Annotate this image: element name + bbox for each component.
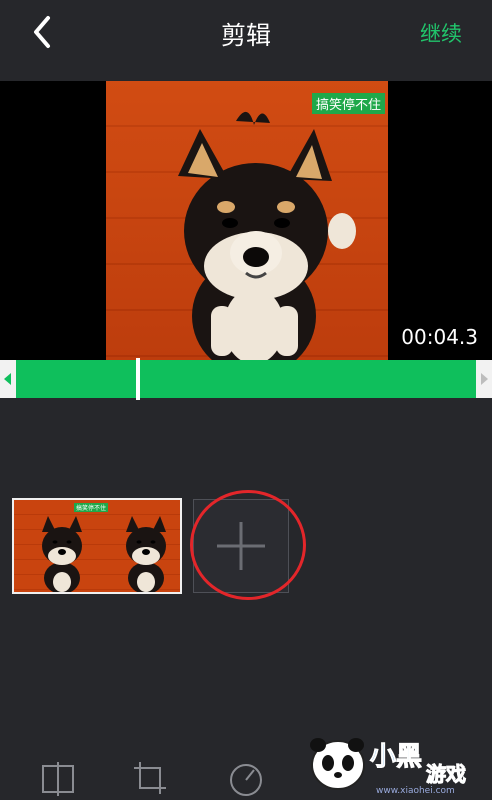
site-watermark-logo: 小黑 游戏 www.xiaohei.com bbox=[298, 725, 492, 796]
video-overlay-text: 搞笑停不住 bbox=[311, 93, 385, 114]
speed-button[interactable] bbox=[228, 760, 264, 796]
split-button[interactable] bbox=[40, 760, 76, 796]
crop-button[interactable] bbox=[132, 760, 168, 796]
timecode: 00:04.3 bbox=[401, 325, 478, 349]
right-triangle-icon bbox=[481, 373, 488, 385]
svg-text:www.xiaohei.com: www.xiaohei.com bbox=[376, 786, 455, 795]
plus-icon bbox=[217, 522, 265, 570]
add-clip-button[interactable] bbox=[193, 499, 289, 593]
trim-bar[interactable] bbox=[0, 360, 492, 398]
speed-icon bbox=[230, 764, 262, 796]
svg-text:游戏: 游戏 bbox=[426, 762, 466, 786]
panda-logo: 小黑 游戏 www.xiaohei.com bbox=[310, 738, 467, 796]
top-bar: 剪辑 继续 bbox=[0, 0, 492, 80]
clip-dog-frames bbox=[42, 516, 166, 592]
left-triangle-icon bbox=[4, 373, 11, 385]
clip-thumbnail[interactable]: 搞笑停不住 bbox=[12, 498, 182, 594]
svg-text:小黑: 小黑 bbox=[370, 742, 422, 772]
split-icon bbox=[42, 762, 74, 796]
trim-handle-right[interactable] bbox=[476, 360, 492, 398]
video-frame: 搞笑停不住 bbox=[106, 81, 388, 360]
continue-button[interactable]: 继续 bbox=[420, 18, 462, 48]
trim-handle-left[interactable] bbox=[0, 360, 16, 398]
dog-image bbox=[178, 111, 356, 360]
playhead[interactable] bbox=[136, 358, 140, 400]
video-preview[interactable]: 搞笑停不住 00:04.3 bbox=[0, 81, 492, 360]
crop-icon bbox=[134, 762, 166, 794]
page-title: 剪辑 bbox=[220, 21, 271, 50]
